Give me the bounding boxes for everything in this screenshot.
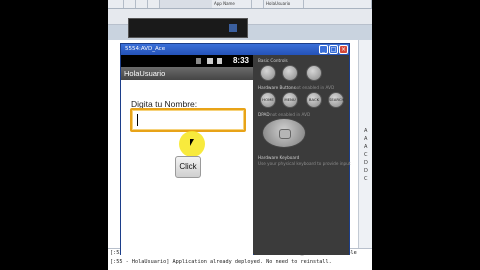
outline-item[interactable]: C — [364, 152, 368, 158]
outline-item[interactable]: D — [364, 168, 368, 174]
outline-item[interactable]: C — [364, 176, 368, 182]
emulator-controls: Basic Controls Hardware Buttons not enab… — [254, 55, 351, 255]
signal-icon — [207, 58, 213, 64]
battery-icon — [217, 58, 222, 64]
taskbar-item[interactable] — [252, 0, 264, 8]
name-input[interactable] — [130, 108, 246, 132]
emulator-title-bar[interactable]: 5554:AVD_Ace — [121, 44, 349, 55]
taskbar-item[interactable] — [304, 0, 372, 8]
outline-item[interactable]: A — [364, 128, 367, 134]
hardware-buttons-note: not enabled in AVD — [294, 85, 335, 90]
outline-item[interactable]: A — [364, 144, 367, 150]
status-clock: 8:33 — [232, 56, 249, 65]
dpad-note: not enabled in AVD — [270, 112, 311, 117]
app-title: HolaUsuario — [124, 69, 166, 78]
outline-item[interactable]: D — [364, 160, 368, 166]
hardware-buttons-title: Hardware Buttons — [258, 85, 296, 90]
volume-up-button[interactable] — [282, 65, 298, 81]
taskbar-item[interactable] — [136, 0, 148, 8]
text-caret — [137, 114, 138, 126]
minimize-button[interactable]: _ — [319, 45, 328, 54]
dpad-title: DPAD — [258, 112, 270, 117]
back-button[interactable]: BACK — [306, 92, 322, 108]
console-line: [:55 - HolaUsuario] Application already … — [110, 259, 332, 265]
taskbar-item[interactable] — [148, 0, 160, 8]
device-indicator-icon — [229, 24, 237, 32]
app-title-bar: HolaUsuario — [121, 67, 253, 80]
taskbar-item[interactable]: HolaUsuario — [264, 0, 304, 8]
taskbar-item[interactable] — [108, 0, 124, 8]
volume-down-button[interactable] — [260, 65, 276, 81]
home-button[interactable]: HOME — [260, 92, 276, 108]
close-button[interactable]: × — [339, 45, 348, 54]
outline-item[interactable]: A — [364, 136, 367, 142]
click-button[interactable]: Click — [175, 156, 201, 178]
taskbar-item[interactable] — [124, 0, 136, 8]
search-button[interactable]: SEARCH — [328, 92, 344, 108]
device-screen: 8:33 HolaUsuario Digita tu Nombre: Click — [121, 55, 253, 255]
taskbar: App Name HolaUsuario — [108, 0, 372, 9]
keyboard-title: Hardware Keyboard — [258, 155, 300, 160]
dpad-control[interactable] — [262, 118, 306, 148]
basic-controls-title: Basic Controls — [258, 58, 288, 63]
taskbar-item[interactable]: App Name — [212, 0, 252, 8]
usb-icon — [196, 58, 201, 64]
maximize-button[interactable]: □ — [329, 45, 338, 54]
mouse-pointer-icon — [190, 139, 194, 146]
status-bar: 8:33 — [121, 55, 253, 67]
device-selector[interactable] — [128, 18, 248, 38]
emulator-title: 5554:AVD_Ace — [125, 46, 166, 52]
keyboard-note: Use your physical keyboard to provide in… — [258, 161, 351, 166]
menu-button[interactable]: MENU — [282, 92, 298, 108]
power-button[interactable] — [306, 65, 322, 81]
dpad-center-button[interactable] — [279, 129, 291, 139]
